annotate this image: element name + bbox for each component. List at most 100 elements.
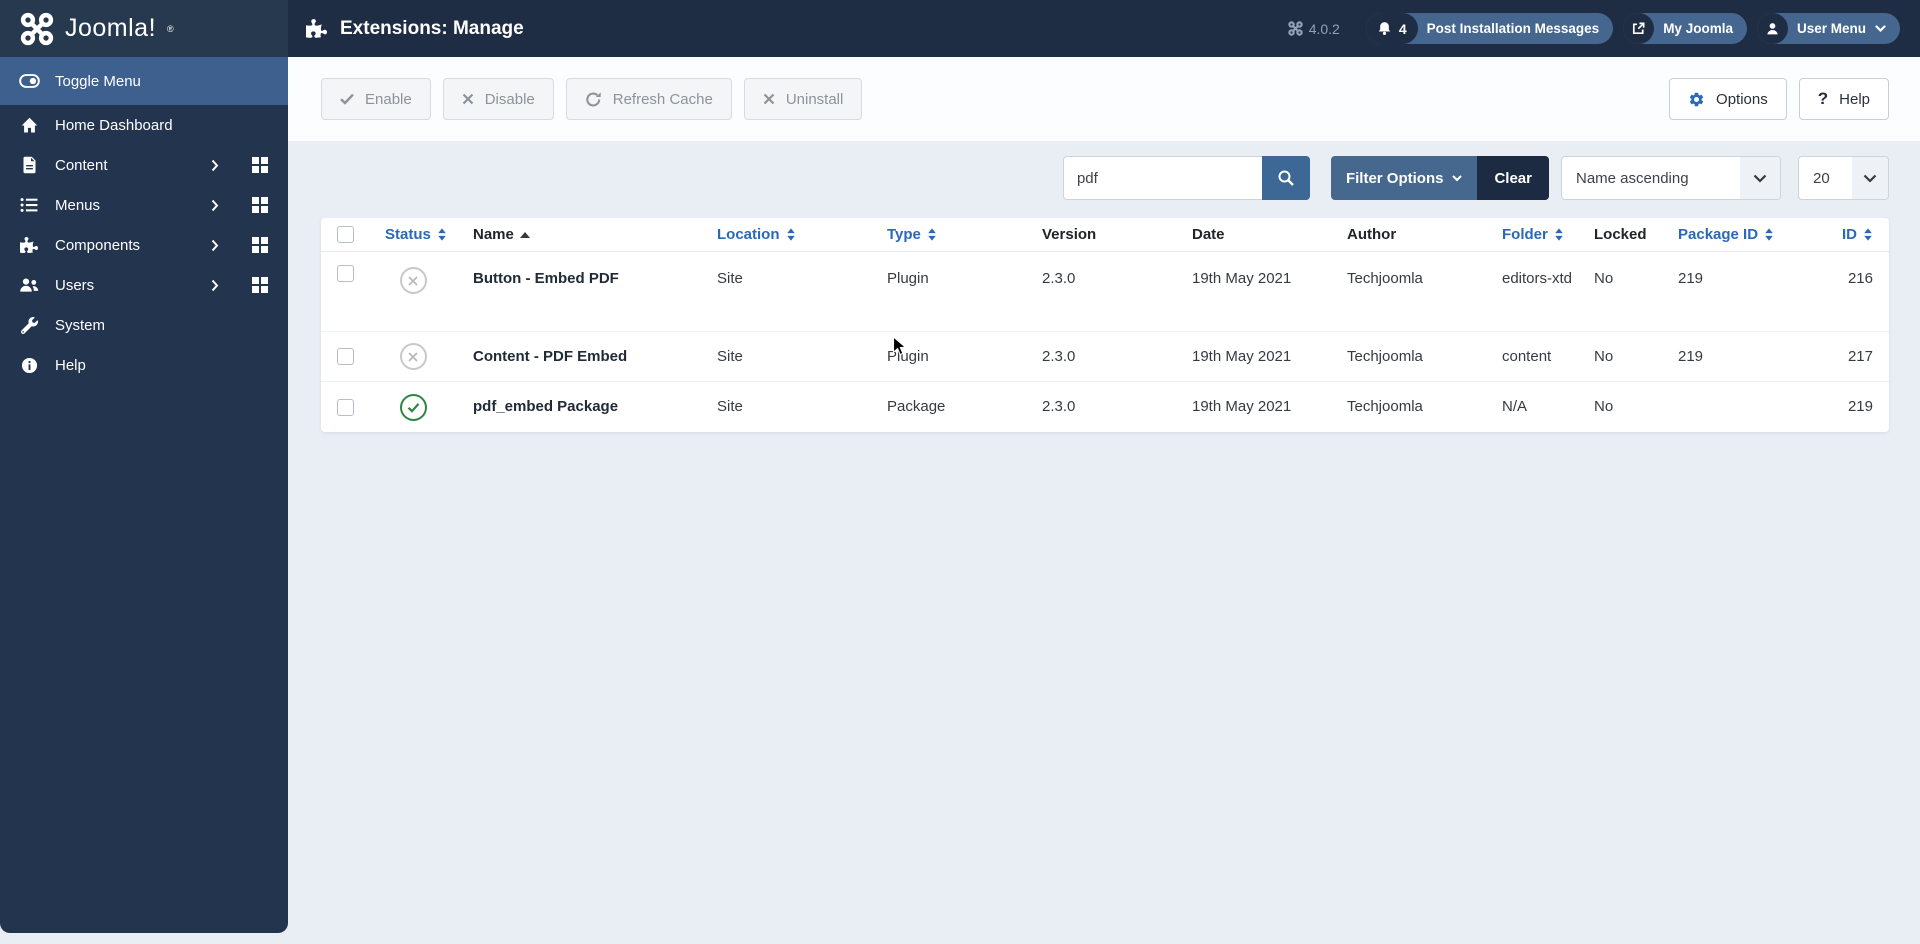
enable-button[interactable]: Enable	[321, 78, 431, 120]
cell-locked: No	[1594, 347, 1614, 365]
x-icon	[462, 93, 473, 105]
clear-button[interactable]: Clear	[1477, 156, 1549, 200]
cell-type: Plugin	[887, 347, 929, 365]
disable-button-label: Disable	[484, 90, 535, 108]
page-size-value: 20	[1813, 169, 1830, 187]
cell-folder: content	[1502, 347, 1552, 365]
external-link-icon	[1623, 13, 1655, 44]
header-title-bar: Extensions: Manage 4.0.2 4 Post Installa…	[288, 0, 1920, 57]
search-button[interactable]	[1261, 156, 1310, 200]
sort-order-select[interactable]: Name ascending	[1561, 156, 1781, 200]
toggle-icon	[18, 73, 40, 89]
gear-icon	[1689, 92, 1704, 106]
column-header-author: Author	[1347, 226, 1397, 243]
sidebar-item-label: Help	[55, 356, 86, 374]
sort-ascending-icon	[519, 231, 530, 238]
extensions-table: Status Name Location Type Version Date A…	[321, 218, 1889, 432]
sort-icon	[1765, 228, 1773, 241]
notification-badge: 4	[1365, 13, 1418, 44]
table-header-row: Status Name Location Type Version Date A…	[321, 218, 1889, 252]
status-enabled-icon[interactable]	[399, 393, 427, 421]
search-input[interactable]	[1062, 156, 1262, 200]
notification-count: 4	[1398, 20, 1407, 37]
sidebar-item-users[interactable]: Users	[0, 265, 288, 305]
sidebar-item-help[interactable]: Help	[0, 345, 288, 385]
status-disabled-icon[interactable]	[399, 267, 427, 294]
chevron-right-icon[interactable]	[211, 239, 219, 252]
options-button[interactable]: Options	[1669, 78, 1787, 120]
select-all-checkbox[interactable]	[337, 226, 354, 243]
cell-version: 2.3.0	[1042, 270, 1076, 287]
column-header-package-id[interactable]: Package ID	[1662, 226, 1782, 243]
sidebar-item-label: System	[55, 316, 106, 334]
toolbar-right: Options ? Help	[1669, 78, 1889, 120]
status-cell	[369, 343, 457, 370]
sidebar-item-toggle-menu[interactable]: Toggle Menu	[0, 57, 288, 105]
wrench-icon	[18, 316, 40, 334]
joomla-version: 4.0.2	[1287, 20, 1340, 37]
disable-button[interactable]: Disable	[442, 78, 554, 120]
row-checkbox[interactable]	[337, 348, 354, 365]
sidebar-item-components[interactable]: Components	[0, 225, 288, 265]
header-actions: 4.0.2 4 Post Installation Messages My Jo…	[1287, 13, 1900, 44]
column-header-status[interactable]: Status	[369, 226, 457, 243]
grid-icon[interactable]	[252, 157, 268, 173]
filter-bar: Filter Options Clear Name ascending 20	[321, 156, 1889, 200]
row-checkbox[interactable]	[337, 398, 354, 416]
page-size-select[interactable]: 20	[1798, 156, 1889, 200]
cell-id: 219	[1847, 398, 1873, 415]
status-cell	[369, 393, 457, 421]
cell-folder: N/A	[1502, 398, 1528, 415]
puzzle-icon	[306, 19, 327, 38]
logo-text: Joomla!	[65, 14, 157, 42]
sort-order-value: Name ascending	[1576, 169, 1689, 187]
column-header-type[interactable]: Type	[871, 226, 1026, 243]
page-title: Extensions: Manage	[340, 17, 524, 39]
sidebar-item-menus[interactable]: Menus	[0, 185, 288, 225]
column-header-folder[interactable]: Folder	[1486, 226, 1578, 243]
user-menu-button[interactable]: User Menu	[1756, 13, 1900, 44]
uninstall-button-label: Uninstall	[785, 90, 844, 108]
version-number: 4.0.2	[1308, 20, 1340, 37]
help-button[interactable]: ? Help	[1798, 78, 1889, 120]
sidebar-item-content[interactable]: Content	[0, 145, 288, 185]
home-icon	[18, 117, 40, 134]
sidebar-item-home-dashboard[interactable]: Home Dashboard	[0, 105, 288, 145]
status-disabled-icon[interactable]	[399, 343, 427, 370]
row-checkbox-cell	[321, 348, 369, 365]
filter-group: Filter Options Clear	[1330, 156, 1549, 200]
chevron-right-icon[interactable]	[211, 279, 219, 292]
cell-date: 19th May 2021	[1192, 347, 1292, 365]
uninstall-button[interactable]: Uninstall	[743, 78, 863, 120]
refresh-cache-button[interactable]: Refresh Cache	[565, 78, 732, 120]
sidebar-item-system[interactable]: System	[0, 305, 288, 345]
user-icon	[1756, 13, 1788, 44]
chevron-right-icon[interactable]	[211, 199, 219, 212]
search-icon	[1278, 170, 1294, 186]
bell-icon	[1378, 22, 1390, 35]
question-mark-icon: ?	[1817, 89, 1829, 108]
column-header-id[interactable]: ID	[1782, 226, 1889, 243]
refresh-cache-button-label: Refresh Cache	[612, 90, 713, 108]
post-installation-messages-button[interactable]: 4 Post Installation Messages	[1365, 13, 1614, 44]
table-row: Content - PDF Embed Site Plugin 2.3.0 19…	[321, 332, 1889, 382]
grid-icon[interactable]	[252, 277, 268, 293]
toolbar: Enable Disable Refresh Cache Uninstall O…	[288, 57, 1920, 141]
chevron-right-icon[interactable]	[211, 159, 219, 172]
enable-button-label: Enable	[365, 90, 412, 108]
my-joomla-button[interactable]: My Joomla	[1623, 13, 1747, 44]
document-icon	[18, 156, 40, 174]
column-header-location[interactable]: Location	[701, 226, 871, 243]
cell-name: Content - PDF Embed	[473, 347, 628, 365]
sidebar-item-label: Content	[55, 156, 108, 174]
help-button-label: Help	[1839, 90, 1870, 108]
cell-name: Button - Embed PDF	[473, 270, 619, 287]
column-header-name[interactable]: Name	[457, 226, 701, 243]
filter-options-button[interactable]: Filter Options	[1330, 156, 1478, 200]
grid-icon[interactable]	[252, 197, 268, 213]
info-icon	[18, 357, 40, 374]
list-icon	[18, 197, 40, 213]
row-checkbox[interactable]	[337, 265, 354, 282]
column-header-date: Date	[1192, 226, 1225, 243]
grid-icon[interactable]	[252, 237, 268, 253]
